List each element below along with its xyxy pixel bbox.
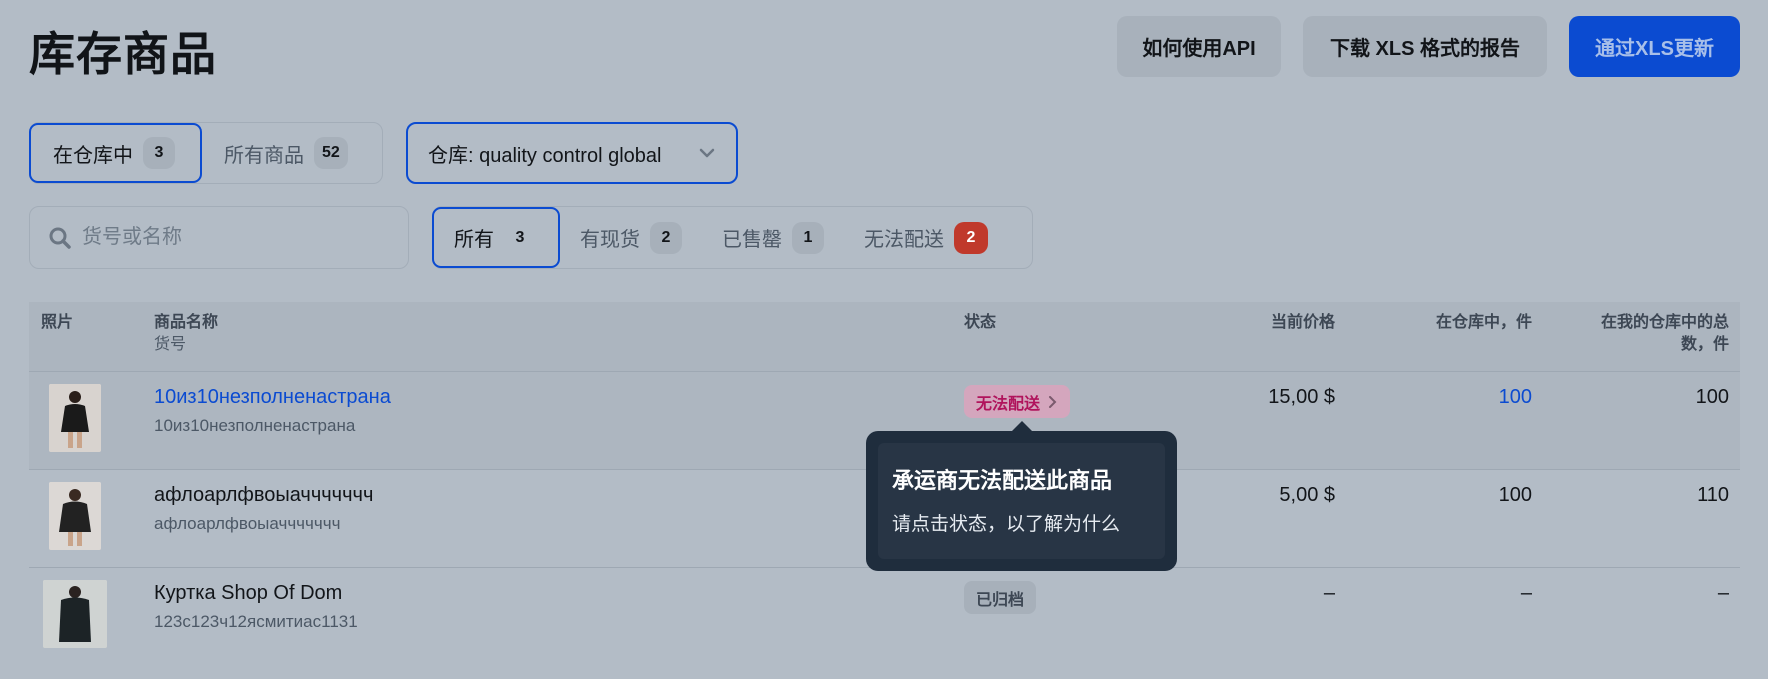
table-row[interactable]: Куртка Shop Of Dom 123с123ч12ясмитиас113… xyxy=(29,568,1740,666)
column-price[interactable]: 当前价格 xyxy=(1179,312,1335,334)
in-warehouse-qty: – xyxy=(1520,582,1532,604)
column-total-line2: 数，件 xyxy=(1680,336,1729,353)
column-photo: 照片 xyxy=(41,314,74,331)
count-badge: 2 xyxy=(650,221,682,254)
filter-sold-out[interactable]: 已售罄 1 xyxy=(702,207,844,268)
filter-all[interactable]: 所有 3 xyxy=(432,207,560,268)
search-box xyxy=(29,206,409,269)
current-price: 5,00 $ xyxy=(1279,484,1335,506)
tab-in-warehouse[interactable]: 在仓库中 3 xyxy=(29,123,202,183)
product-photo-image xyxy=(49,482,101,550)
search-input[interactable] xyxy=(82,226,382,249)
status-filter-tabs: 所有 3 有现货 2 已售罄 1 无法配送 2 xyxy=(432,206,1033,269)
tooltip-body: 请点击状态，以了解为什么 xyxy=(892,514,1121,535)
tab-label: 在仓库中 xyxy=(53,144,133,167)
status-badge-undeliverable[interactable]: 无法配送 xyxy=(964,385,1071,418)
warehouse-select[interactable]: 仓库: quality control global xyxy=(406,122,738,184)
filter-label: 有现货 xyxy=(580,229,640,251)
product-sku: афлоарлфвоыаччччччч xyxy=(154,514,341,533)
status-badge-archived[interactable]: 已归档 xyxy=(964,581,1037,614)
product-name[interactable]: Куртка Shop Of Dom xyxy=(154,582,342,605)
count-badge: 3 xyxy=(515,228,525,246)
product-photo[interactable] xyxy=(49,384,101,452)
table-header: 照片 商品名称 货号 状态 当前价格 在仓库中，件 在我的仓库中的总 数，件 xyxy=(29,302,1740,372)
column-status[interactable]: 状态 xyxy=(964,312,996,334)
column-name-label: 商品名称 xyxy=(154,314,219,331)
chevron-down-icon xyxy=(699,148,715,158)
tab-all-products[interactable]: 所有商品 52 xyxy=(202,123,370,183)
download-xls-button[interactable]: 下载 XLS 格式的报告 xyxy=(1303,16,1547,77)
filter-label: 所有 xyxy=(454,229,494,251)
update-via-xls-button[interactable]: 通过XLS更新 xyxy=(1569,16,1740,77)
column-sku-label: 货号 xyxy=(154,336,187,353)
filter-label: 无法配送 xyxy=(864,229,944,251)
alert-count-badge: 2 xyxy=(954,221,988,254)
stock-scope-tabs: 在仓库中 3 所有商品 52 xyxy=(29,122,383,184)
current-price: 15,00 $ xyxy=(1268,386,1335,408)
count-badge: 3 xyxy=(143,137,175,169)
product-sku: 10из10незполненастрана xyxy=(154,416,356,435)
api-help-button[interactable]: 如何使用API xyxy=(1117,16,1281,77)
count-badge: 52 xyxy=(314,137,348,169)
in-warehouse-qty-link[interactable]: 100 xyxy=(1369,386,1532,409)
search-icon xyxy=(49,227,71,249)
product-photo[interactable] xyxy=(43,580,107,648)
product-photo-image xyxy=(49,384,101,452)
tooltip-content: 承运商无法配送此商品 请点击状态，以了解为什么 xyxy=(878,443,1165,559)
count-badge: 1 xyxy=(792,221,824,254)
tooltip-title: 承运商无法配送此商品 xyxy=(892,468,1113,493)
filter-in-stock[interactable]: 有现货 2 xyxy=(560,207,702,268)
column-total[interactable]: 在我的仓库中的总 数，件 xyxy=(1569,312,1729,356)
page-title: 库存商品 xyxy=(29,28,217,80)
column-total-line1: 在我的仓库中的总 xyxy=(1600,314,1729,331)
status-label: 无法配送 xyxy=(976,395,1041,413)
tab-label: 所有商品 xyxy=(224,144,304,167)
column-in-warehouse[interactable]: 在仓库中，件 xyxy=(1369,312,1532,334)
total-qty: – xyxy=(1717,582,1729,604)
product-sku: 123с123ч12ясмитиас1131 xyxy=(154,612,358,631)
status-tooltip: 承运商无法配送此商品 请点击状态，以了解为什么 xyxy=(866,431,1177,571)
chevron-right-icon xyxy=(1049,395,1057,408)
column-name[interactable]: 商品名称 货号 xyxy=(154,312,218,356)
in-warehouse-qty: 100 xyxy=(1498,484,1532,506)
warehouse-select-label: 仓库: quality control global xyxy=(428,144,662,167)
filter-undeliverable[interactable]: 无法配送 2 xyxy=(844,207,1008,268)
product-photo[interactable] xyxy=(49,482,101,550)
total-qty: 110 xyxy=(1697,484,1729,506)
product-name[interactable]: афлоарлфвоыаччччччч xyxy=(154,484,373,507)
total-qty: 100 xyxy=(1695,386,1729,408)
product-name-link[interactable]: 10из10незполненастрана xyxy=(154,386,391,409)
filter-label: 已售罄 xyxy=(722,229,782,251)
current-price: – xyxy=(1323,582,1335,604)
product-photo-image xyxy=(43,580,107,648)
